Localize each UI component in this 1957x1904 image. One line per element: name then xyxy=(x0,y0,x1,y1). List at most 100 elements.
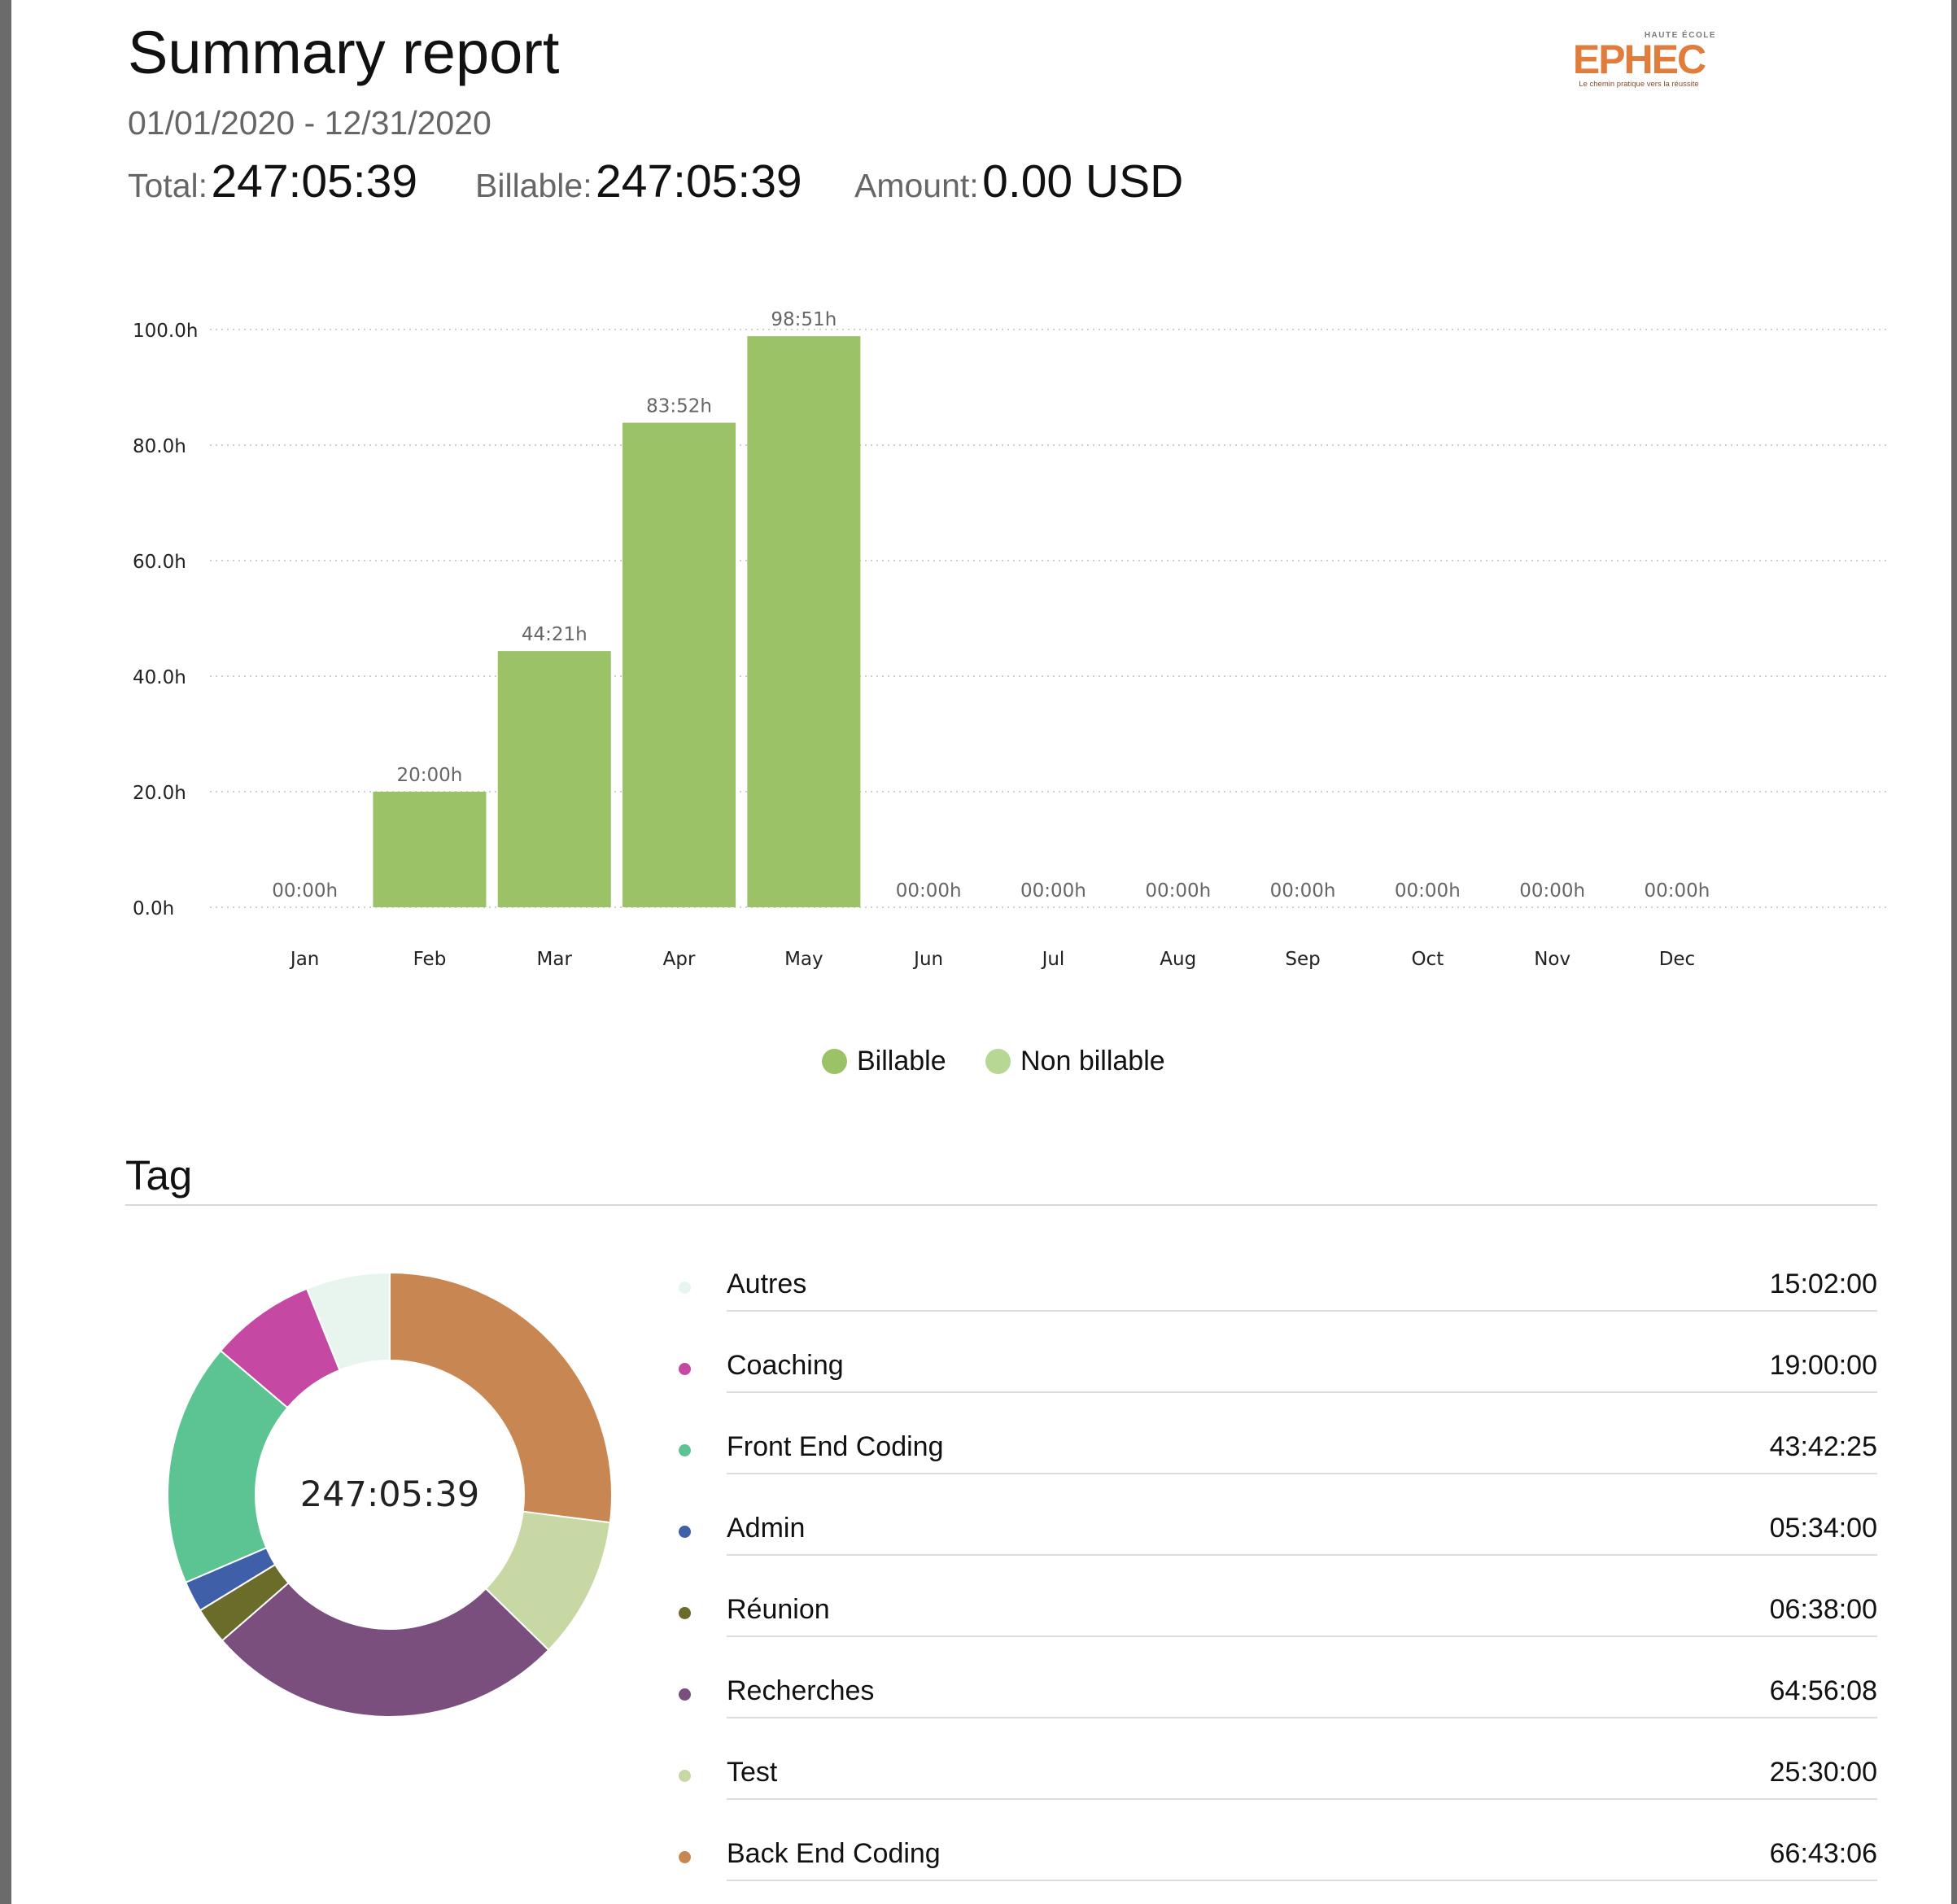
tag-color-dot xyxy=(679,1526,691,1538)
y-tick-label: 80.0h xyxy=(133,436,186,457)
tag-row[interactable]: Back End Coding 66:43:06 xyxy=(679,1816,1877,1897)
donut-slice[interactable] xyxy=(221,1581,550,1718)
report-page: Summary report 01/01/2020 - 12/31/2020 T… xyxy=(11,0,1951,1904)
row-divider xyxy=(727,1554,1877,1556)
x-tick-label: Jul xyxy=(1041,949,1065,970)
tag-row[interactable]: Réunion 06:38:00 xyxy=(679,1572,1877,1653)
tag-donut-chart: 247:05:39 xyxy=(167,1271,613,1718)
x-tick-label: Oct xyxy=(1411,949,1444,970)
x-tick-label: Apr xyxy=(663,949,696,970)
x-tick-label: Mar xyxy=(537,949,573,970)
date-range: 01/01/2020 - 12/31/2020 xyxy=(128,104,491,142)
total-stat: Total: 247:05:39 xyxy=(128,155,417,208)
y-tick-label: 20.0h xyxy=(133,783,186,804)
legend-label: Billable xyxy=(857,1046,946,1076)
bar-data-label: 00:00h xyxy=(1145,880,1211,902)
bar-data-labels: 00:00h 20:00h 44:21h 83:52h 98:51h 00:00h 00:0… xyxy=(272,309,1710,902)
logo-tagline: Le chemin pratique vers la réussite xyxy=(1579,80,1698,89)
bar-data-label: 44:21h xyxy=(522,624,588,645)
tag-row[interactable]: Front End Coding 43:42:25 xyxy=(679,1409,1877,1491)
bar-data-label: 00:00h xyxy=(896,880,962,902)
tag-section-title: Tag xyxy=(125,1152,193,1199)
amount-value: 0.00 USD xyxy=(982,155,1184,207)
page-title: Summary report xyxy=(128,19,560,86)
tag-name: Admin xyxy=(727,1513,806,1544)
legend-marker xyxy=(985,1049,1011,1074)
bar-data-label: 20:00h xyxy=(397,765,463,786)
x-tick-label: Jun xyxy=(912,949,943,970)
logo-wordmark: EPHEC xyxy=(1573,37,1706,82)
y-tick-label: 0.0h xyxy=(133,898,174,919)
x-tick-label: Feb xyxy=(413,949,447,970)
tag-color-dot xyxy=(679,1444,691,1456)
bar[interactable] xyxy=(497,651,611,907)
legend-label: Non billable xyxy=(1020,1046,1165,1076)
tag-duration: 06:38:00 xyxy=(1769,1594,1877,1625)
ephec-logo: HAUTE ÉCOLE EPHEC Le chemin pratique ver… xyxy=(1573,29,1715,89)
total-label: Total: xyxy=(128,167,207,204)
bar-data-label: 00:00h xyxy=(1395,880,1461,902)
tag-name: Test xyxy=(727,1757,778,1788)
x-tick-label: Sep xyxy=(1285,949,1320,970)
bar-data-label: 83:52h xyxy=(646,396,712,417)
tag-duration: 25:30:00 xyxy=(1769,1757,1877,1788)
x-tick-label: Aug xyxy=(1160,949,1196,970)
legend-marker xyxy=(822,1049,847,1074)
bar[interactable] xyxy=(373,792,487,907)
y-axis-ticks: 0.0h 20.0h 40.0h 60.0h 80.0h 100.0h xyxy=(133,321,198,919)
row-divider xyxy=(727,1717,1877,1718)
billable-stat: Billable: 247:05:39 xyxy=(475,155,802,208)
x-tick-label: Nov xyxy=(1534,949,1570,970)
y-tick-label: 60.0h xyxy=(133,552,186,573)
x-tick-label: Dec xyxy=(1659,949,1696,970)
tag-color-dot xyxy=(679,1363,691,1375)
row-divider xyxy=(727,1473,1877,1474)
row-divider xyxy=(727,1798,1877,1800)
x-tick-label: May xyxy=(784,949,823,970)
amount-label: Amount: xyxy=(854,167,979,204)
bar-data-label: 00:00h xyxy=(1270,880,1336,902)
x-axis-ticks: Jan Feb Mar Apr May Jun Jul Aug Sep Oct Nov Dec xyxy=(289,949,1695,970)
donut-center-total: 247:05:39 xyxy=(300,1474,479,1515)
bar-data-label: 98:51h xyxy=(771,309,837,330)
tag-row[interactable]: Autres 15:02:00 xyxy=(679,1247,1877,1328)
row-divider xyxy=(727,1391,1877,1393)
tag-row[interactable]: Test 25:30:00 xyxy=(679,1735,1877,1816)
bar[interactable] xyxy=(747,336,861,907)
tag-name: Front End Coding xyxy=(727,1431,944,1462)
monthly-bar-chart: 0.0h 20.0h 40.0h 60.0h 80.0h 100.0h 00:00h 20:… xyxy=(133,309,1886,970)
bar[interactable] xyxy=(622,422,736,907)
bar-data-label: 00:00h xyxy=(1519,880,1585,902)
tag-name: Back End Coding xyxy=(727,1838,941,1869)
tag-name: Réunion xyxy=(727,1594,830,1625)
bar-data-label: 00:00h xyxy=(272,880,338,902)
x-tick-label: Jan xyxy=(289,949,319,970)
row-divider xyxy=(727,1310,1877,1312)
chart-bars xyxy=(373,336,861,907)
y-tick-label: 100.0h xyxy=(133,321,198,342)
tag-name: Recherches xyxy=(727,1675,875,1706)
tag-row[interactable]: Admin 05:34:00 xyxy=(679,1491,1877,1572)
y-tick-label: 40.0h xyxy=(133,667,186,688)
tag-duration: 43:42:25 xyxy=(1769,1431,1877,1462)
tag-duration: 19:00:00 xyxy=(1769,1350,1877,1381)
tag-duration: 15:02:00 xyxy=(1769,1269,1877,1299)
tag-color-dot xyxy=(679,1851,691,1863)
total-value: 247:05:39 xyxy=(211,155,418,207)
billable-value: 247:05:39 xyxy=(596,155,802,207)
tag-color-dot xyxy=(679,1282,691,1294)
tag-name: Autres xyxy=(727,1269,807,1299)
tag-color-dot xyxy=(679,1770,691,1782)
row-divider xyxy=(727,1635,1877,1637)
bar-data-label: 00:00h xyxy=(1645,880,1710,902)
tag-duration: 64:56:08 xyxy=(1769,1675,1877,1706)
billable-label: Billable: xyxy=(475,167,592,204)
bar-data-label: 00:00h xyxy=(1020,880,1086,902)
tag-duration: 66:43:06 xyxy=(1769,1838,1877,1869)
tag-row[interactable]: Coaching 19:00:00 xyxy=(679,1328,1877,1409)
tag-color-dot xyxy=(679,1688,691,1701)
amount-stat: Amount: 0.00 USD xyxy=(854,155,1183,208)
section-divider xyxy=(125,1204,1877,1206)
tag-row[interactable]: Recherches 64:56:08 xyxy=(679,1653,1877,1735)
tag-color-dot xyxy=(679,1607,691,1619)
